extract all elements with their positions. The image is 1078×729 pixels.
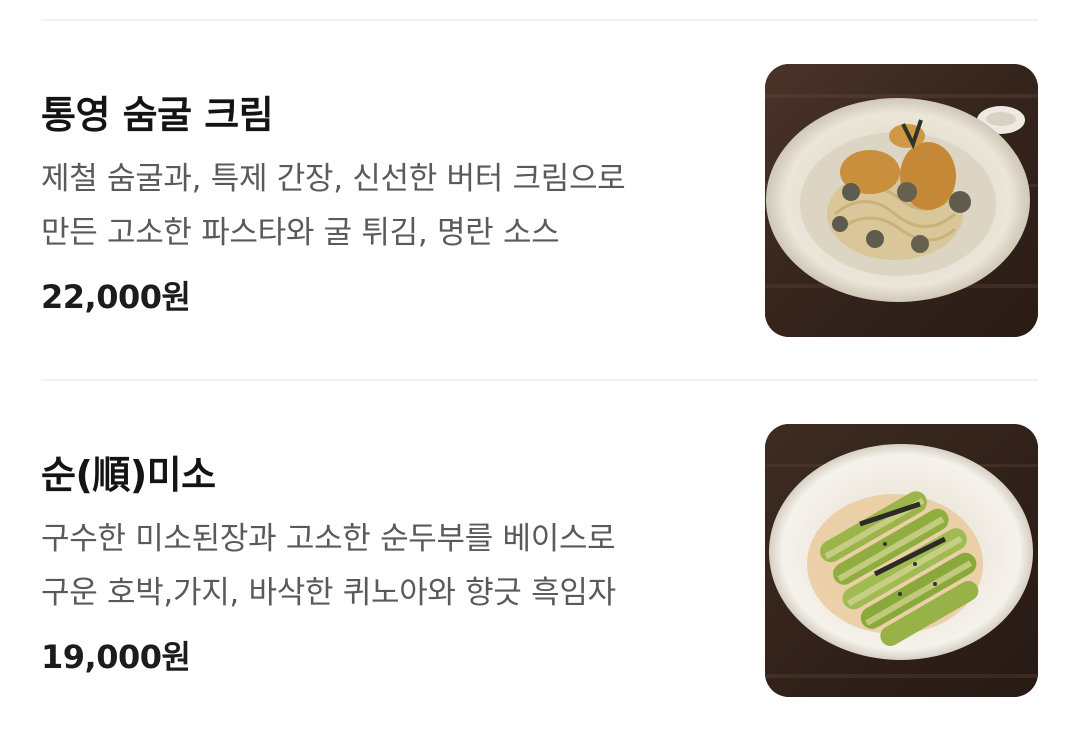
menu-item-price: 22,000원 [41, 278, 191, 316]
menu-item-description: 구수한 미소된장과 고소한 순두부를 베이스로 구운 호박,가지, 바삭한 퀴노… [41, 512, 731, 620]
menu-list: 통영 숨굴 크림 제철 숨굴과, 특제 간장, 신선한 버터 크림으로 만든 고… [0, 0, 1078, 729]
menu-item-price: 19,000원 [41, 638, 191, 676]
food-photo-icon [765, 424, 1038, 697]
divider [41, 379, 1038, 381]
menu-item-description-line: 구수한 미소된장과 고소한 순두부를 베이스로 [41, 521, 616, 557]
menu-item-title: 순(順)미소 [41, 453, 216, 497]
menu-item-description-line: 제철 숨굴과, 특제 간장, 신선한 버터 크림으로 [41, 161, 626, 197]
menu-item-sun-miso[interactable]: 순(順)미소 구수한 미소된장과 고소한 순두부를 베이스로 구운 호박,가지,… [41, 424, 1038, 698]
food-photo-icon [765, 64, 1038, 337]
divider [41, 19, 1038, 21]
miso-zucchini-pasta-photo[interactable] [765, 424, 1038, 697]
oyster-cream-pasta-photo[interactable] [765, 64, 1038, 337]
menu-item-description-line: 구운 호박,가지, 바삭한 퀴노아와 향긋 흑임자 [41, 575, 616, 611]
menu-item-description: 제철 숨굴과, 특제 간장, 신선한 버터 크림으로 만든 고소한 파스타와 굴… [41, 152, 731, 260]
menu-item-oyster-cream[interactable]: 통영 숨굴 크림 제철 숨굴과, 특제 간장, 신선한 버터 크림으로 만든 고… [41, 64, 1038, 338]
menu-item-description-line: 만든 고소한 파스타와 굴 튀김, 명란 소스 [41, 215, 560, 251]
menu-item-title: 통영 숨굴 크림 [41, 93, 274, 137]
